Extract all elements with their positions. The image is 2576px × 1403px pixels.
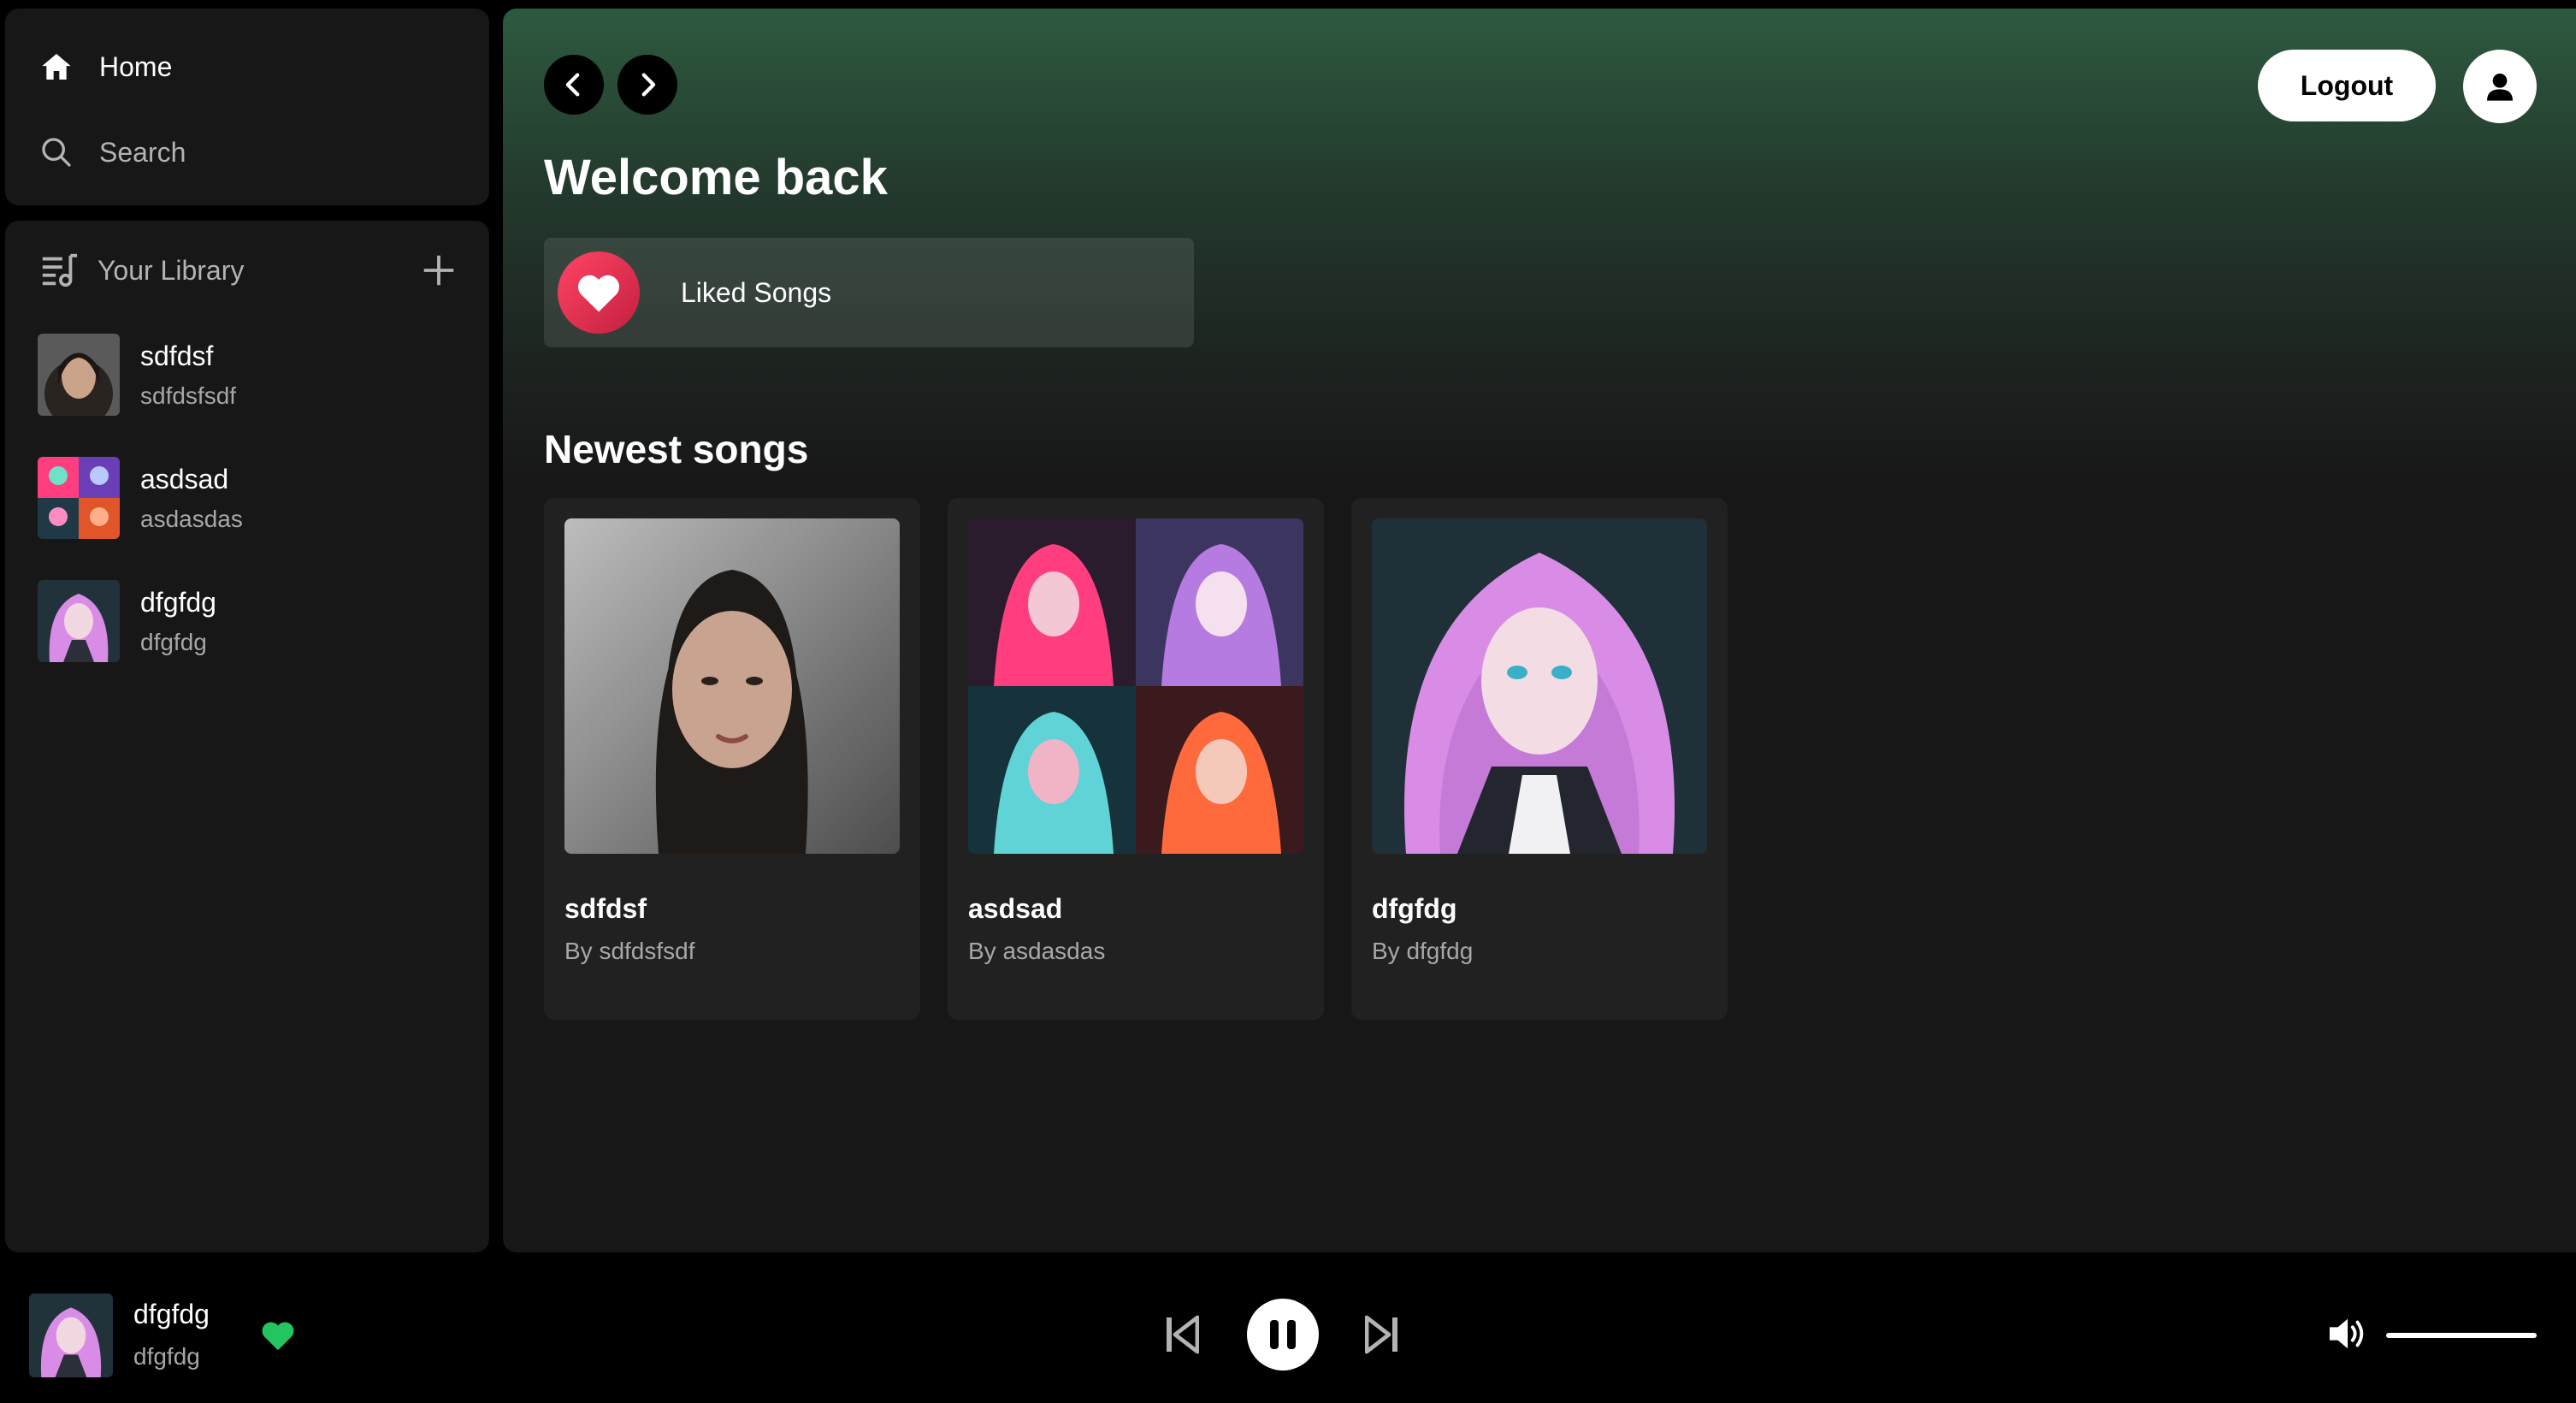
now-playing-title: dfgfdg xyxy=(133,1299,210,1329)
chevron-left-icon xyxy=(565,73,580,97)
app-root: Home Search Your Library sdfdsf sdfdsfsd… xyxy=(0,0,2576,1403)
volume-slider[interactable] xyxy=(2386,1333,2537,1338)
now-playing-cover xyxy=(29,1293,113,1377)
sidebar-item-label: Home xyxy=(99,50,173,82)
newest-songs-title: Newest songs xyxy=(544,427,809,471)
library-item[interactable]: asdsad asdasdas xyxy=(38,455,465,541)
skip-forward-icon xyxy=(1365,1315,1397,1354)
next-button[interactable] xyxy=(1362,1311,1403,1359)
play-pause-button[interactable] xyxy=(1247,1299,1319,1370)
song-card[interactable]: sdfdsf By sdfdsfsdf xyxy=(544,498,920,1020)
song-cover-image xyxy=(38,334,120,416)
user-profile-button[interactable] xyxy=(2463,50,2537,123)
song-cover-image xyxy=(1372,518,1707,854)
library-item[interactable]: dfgfdg dfgfdg xyxy=(38,578,465,664)
liked-songs-card[interactable]: Liked Songs xyxy=(544,238,1194,347)
sidebar-nav: Home Search xyxy=(5,9,489,205)
song-artist: By dfgfdg xyxy=(1372,938,1474,964)
pause-icon xyxy=(1270,1320,1296,1349)
library-item[interactable]: sdfdsf sdfdsfsdf xyxy=(38,332,465,417)
song-title: asdsad xyxy=(968,893,1063,924)
back-button[interactable] xyxy=(544,55,604,115)
search-icon xyxy=(42,138,71,167)
liked-songs-cover xyxy=(558,252,640,334)
sidebar-item-label: Search xyxy=(99,136,186,168)
library-item-title: dfgfdg xyxy=(140,586,216,618)
logout-button[interactable]: Logout xyxy=(2258,50,2436,121)
home-icon xyxy=(42,54,71,80)
sidebar-item-home[interactable]: Home xyxy=(39,50,172,84)
song-cover-image xyxy=(968,518,1303,854)
song-cover-image xyxy=(38,457,120,539)
library-title-button[interactable]: Your Library xyxy=(39,251,244,290)
library-item-title: asdsad xyxy=(140,463,229,494)
chevron-right-icon xyxy=(641,73,656,97)
library-panel: Your Library sdfdsf sdfdsfsdf asdsad asd… xyxy=(5,221,489,1252)
volume-icon[interactable] xyxy=(2326,1314,2369,1353)
song-cover-image xyxy=(564,518,900,854)
sidebar-item-search[interactable]: Search xyxy=(39,135,186,169)
main-panel: Logout Welcome back Liked Songs Newest s… xyxy=(503,9,2576,1252)
song-title: dfgfdg xyxy=(1372,893,1457,924)
song-cover-image xyxy=(38,580,120,662)
volume-slider-fill xyxy=(2386,1333,2537,1338)
library-item-subtitle: sdfdsfsdf xyxy=(140,382,237,409)
previous-button[interactable] xyxy=(1161,1311,1202,1359)
song-artist: By sdfdsfsdf xyxy=(564,938,695,964)
now-playing-artist: dfgfdg xyxy=(133,1343,200,1370)
song-artist: By asdasdas xyxy=(968,938,1106,964)
library-item-title: sdfdsf xyxy=(140,340,214,371)
liked-songs-label: Liked Songs xyxy=(681,276,832,308)
library-item-subtitle: dfgfdg xyxy=(140,628,207,655)
song-title: sdfdsf xyxy=(564,893,647,924)
library-title: Your Library xyxy=(97,254,245,286)
song-card[interactable]: asdsad By asdasdas xyxy=(948,498,1324,1020)
forward-button[interactable] xyxy=(617,55,677,115)
skip-back-icon xyxy=(1167,1315,1199,1354)
library-item-subtitle: asdasdas xyxy=(140,505,243,532)
song-card[interactable]: dfgfdg By dfgfdg xyxy=(1351,498,1728,1020)
library-header: Your Library xyxy=(39,246,458,294)
player-bar: dfgfdg dfgfdg xyxy=(0,1266,2576,1403)
heart-icon xyxy=(577,275,620,312)
heart-icon[interactable] xyxy=(258,1316,298,1355)
page-title: Welcome back xyxy=(544,150,888,205)
plus-icon[interactable] xyxy=(419,251,458,290)
library-icon xyxy=(42,253,78,287)
user-icon xyxy=(2487,74,2513,101)
